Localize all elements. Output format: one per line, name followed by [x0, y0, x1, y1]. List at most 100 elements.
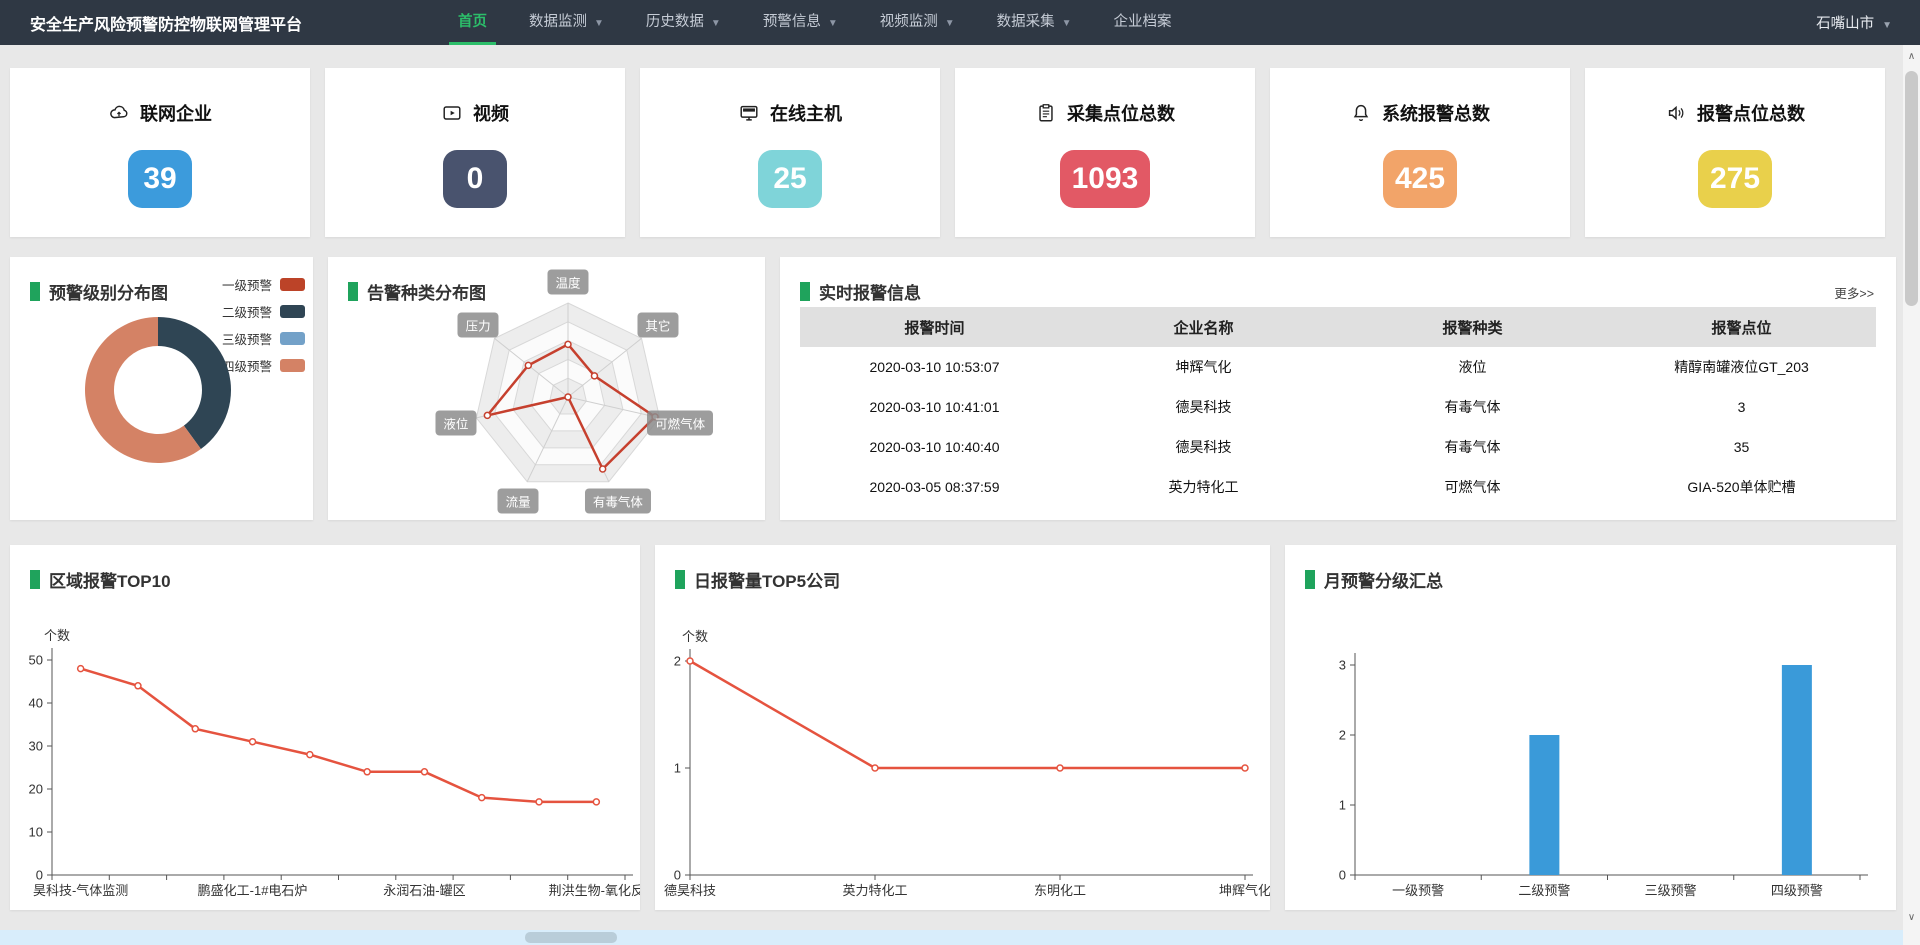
nav-item-warning-info[interactable]: 预警信息▼ — [742, 0, 859, 45]
cell-enterprise: 坤辉气化 — [1069, 347, 1338, 387]
radar-marker — [600, 466, 606, 472]
scrollbar-thumb[interactable] — [525, 932, 617, 943]
scrollbar-thumb[interactable] — [1905, 71, 1918, 306]
stat-value-badge: 39 — [128, 150, 192, 208]
svg-text:永润石油-罐区: 永润石油-罐区 — [383, 883, 465, 898]
svg-text:鹏盛化工-1#电石炉: 鹏盛化工-1#电石炉 — [198, 883, 308, 898]
stat-label: 视频 — [473, 100, 509, 126]
chevron-down-icon: ▼ — [828, 18, 838, 29]
chevron-down-icon: ▼ — [1882, 20, 1892, 31]
svg-text:英力特化工: 英力特化工 — [842, 883, 907, 898]
svg-text:10: 10 — [29, 825, 43, 840]
table-header-row: 报警时间 企业名称 报警种类 报警点位 — [800, 307, 1876, 347]
region-selector[interactable]: 石嘴山市▼ — [1816, 12, 1892, 33]
nav-item-data-collection[interactable]: 数据采集▼ — [976, 0, 1093, 45]
table-row[interactable]: 2020-03-05 08:37:59 英力特化工 可燃气体 GIA-520单体… — [800, 467, 1876, 507]
table-row[interactable]: 2020-03-10 10:41:01 德昊科技 有毒气体 3 — [800, 387, 1876, 427]
line-marker — [135, 683, 141, 689]
svg-text:三级预警: 三级预警 — [1645, 883, 1697, 898]
app-title: 安全生产风险预警防控物联网管理平台 — [30, 11, 302, 35]
nav-item-enterprise-archive[interactable]: 企业档案 — [1093, 0, 1193, 45]
scroll-up-icon[interactable]: ∧ — [1903, 51, 1920, 62]
svg-text:50: 50 — [29, 653, 43, 668]
cell-enterprise: 德昊科技 — [1069, 387, 1338, 427]
svg-text:坤辉气化: 坤辉气化 — [1219, 883, 1270, 898]
cell-alarm-point: 3 — [1607, 387, 1876, 427]
radar-marker — [484, 412, 490, 418]
stat-value-badge: 275 — [1698, 150, 1772, 208]
nav-item-data-monitoring[interactable]: 数据监测▼ — [508, 0, 625, 45]
nav-item-history-data[interactable]: 历史数据▼ — [625, 0, 742, 45]
series-line — [690, 661, 1245, 768]
svg-text:0: 0 — [1339, 868, 1346, 883]
line-marker — [593, 799, 599, 805]
line-marker — [78, 666, 84, 672]
svg-text:昊科技-气体监测: 昊科技-气体监测 — [33, 883, 128, 898]
stat-card-collection-points: 采集点位总数 1093 — [955, 68, 1255, 237]
warning-level-donut-chart — [10, 257, 313, 520]
svg-text:40: 40 — [29, 696, 43, 711]
daily-top5-line-chart: 012个数德昊科技英力特化工东明化工坤辉气化 — [655, 545, 1270, 910]
line-marker — [536, 799, 542, 805]
cell-alarm-type: 有毒气体 — [1338, 427, 1607, 467]
scroll-down-icon[interactable]: ∨ — [1903, 912, 1920, 923]
cell-alarm-time: 2020-03-05 08:37:59 — [800, 467, 1069, 507]
chevron-down-icon: ▼ — [1062, 18, 1072, 29]
nav-item-home[interactable]: 首页 — [437, 0, 508, 45]
panel-daily-alarm-top5: 日报警量TOP5公司 012个数德昊科技英力特化工东明化工坤辉气化 — [655, 545, 1270, 910]
panel-monthly-warning-summary: 月预警分级汇总 0123一级预警二级预警三级预警四级预警 — [1285, 545, 1896, 910]
cell-alarm-type: 可燃气体 — [1338, 467, 1607, 507]
radar-marker — [565, 341, 571, 347]
active-underline — [449, 42, 496, 45]
col-header-alarm-type: 报警种类 — [1338, 307, 1607, 347]
stat-label: 在线主机 — [770, 100, 842, 126]
radar-marker — [565, 394, 571, 400]
table-row[interactable]: 2020-03-10 10:40:40 德昊科技 有毒气体 35 — [800, 427, 1876, 467]
svg-text:30: 30 — [29, 739, 43, 754]
stat-value-badge: 425 — [1383, 150, 1457, 208]
chevron-down-icon: ▼ — [711, 18, 721, 29]
clipboard-icon — [1035, 102, 1057, 124]
svg-text:个数: 个数 — [682, 629, 708, 644]
chevron-down-icon: ▼ — [594, 18, 604, 29]
horizontal-scrollbar[interactable] — [0, 930, 1903, 945]
alarm-type-radar-chart — [328, 257, 765, 520]
svg-text:1: 1 — [1339, 798, 1346, 813]
cell-enterprise: 英力特化工 — [1069, 467, 1338, 507]
table-row[interactable]: 2020-03-10 10:53:07 坤辉气化 液位 精醇南罐液位GT_203 — [800, 347, 1876, 387]
nav-item-video-monitoring[interactable]: 视频监测▼ — [859, 0, 976, 45]
monitor-icon — [738, 102, 760, 124]
chevron-down-icon: ▼ — [945, 18, 955, 29]
stat-card-connected-enterprises: 联网企业 39 — [10, 68, 310, 237]
svg-text:1: 1 — [674, 761, 681, 776]
more-link[interactable]: 更多>> — [1834, 283, 1874, 302]
stat-label: 系统报警总数 — [1382, 100, 1490, 126]
cell-alarm-type: 有毒气体 — [1338, 387, 1607, 427]
cell-alarm-point: GIA-520单体贮槽 — [1607, 467, 1876, 507]
line-marker — [479, 795, 485, 801]
cell-alarm-point: 35 — [1607, 427, 1876, 467]
bar — [1529, 735, 1559, 875]
col-header-enterprise: 企业名称 — [1069, 307, 1338, 347]
svg-text:一级预警: 一级预警 — [1392, 883, 1444, 898]
svg-text:二级预警: 二级预警 — [1518, 883, 1570, 898]
bar — [1782, 665, 1812, 875]
panel-title: 实时报警信息 — [819, 279, 921, 304]
panel-alarm-type-distribution: 告警种类分布图 温度其它可燃气体有毒气体流量液位压力 — [328, 257, 765, 520]
panel-region-alarm-top10: 区域报警TOP10 01020304050个数昊科技-气体监测鹏盛化工-1#电石… — [10, 545, 640, 910]
radar-axis-label: 有毒气体 — [585, 488, 651, 513]
vertical-scrollbar[interactable]: ∧ ∨ — [1903, 45, 1920, 945]
cell-alarm-time: 2020-03-10 10:41:01 — [800, 387, 1069, 427]
svg-text:2: 2 — [1339, 728, 1346, 743]
line-marker — [1057, 765, 1063, 771]
cell-alarm-time: 2020-03-10 10:53:07 — [800, 347, 1069, 387]
stat-card-online-hosts: 在线主机 25 — [640, 68, 940, 237]
line-marker — [872, 765, 878, 771]
svg-text:0: 0 — [674, 868, 681, 883]
line-marker — [250, 739, 256, 745]
svg-text:3: 3 — [1339, 658, 1346, 673]
svg-text:个数: 个数 — [44, 628, 70, 643]
stat-label: 采集点位总数 — [1067, 100, 1175, 126]
cell-alarm-time: 2020-03-10 10:40:40 — [800, 427, 1069, 467]
line-marker — [687, 658, 693, 664]
